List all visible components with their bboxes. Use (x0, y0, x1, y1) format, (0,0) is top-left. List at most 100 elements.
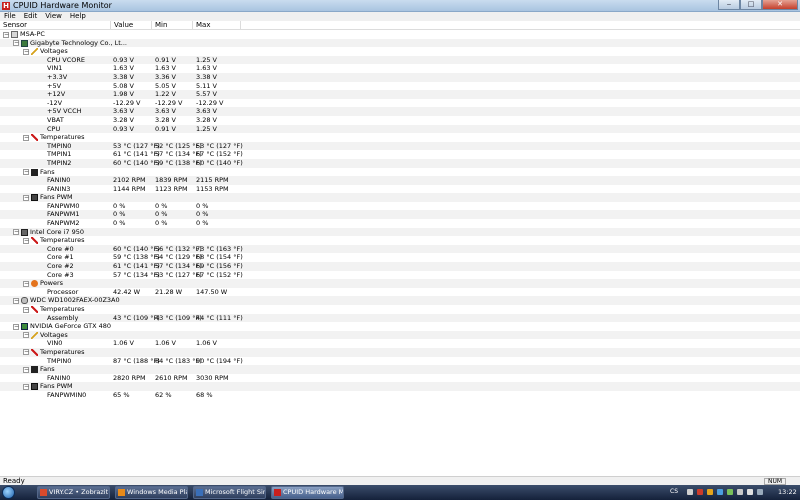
sensor-row[interactable]: FANIN0 2820 RPM 2610 RPM 3030 RPM (0, 374, 800, 383)
tree-node[interactable]: − Voltages (0, 330, 800, 340)
collapse-toggle-icon[interactable]: − (3, 31, 9, 38)
tree-node[interactable]: − Gigabyte Technology Co., Lt... (0, 38, 800, 48)
hwmonitor-app-icon: H (2, 2, 10, 10)
column-max[interactable]: Max (193, 21, 241, 30)
tray-expand-icon[interactable] (687, 489, 693, 495)
tree-node[interactable]: − Fans PWM (0, 382, 800, 391)
tree-node[interactable]: − Temperatures (0, 133, 800, 142)
start-button[interactable] (2, 486, 15, 499)
tree-node[interactable]: − Intel Core i7 950 (0, 227, 800, 237)
sensor-tree[interactable]: − MSA-PC − Gigabyte Technology Co., Lt... − V… (0, 30, 800, 476)
tree-node[interactable]: − MSA-PC (0, 30, 800, 39)
sensor-row[interactable]: VBAT 3.28 V 3.28 V 3.28 V (0, 116, 800, 125)
collapse-toggle-icon[interactable]: − (23, 349, 29, 356)
tray-app-icon[interactable] (697, 489, 703, 495)
tree-node[interactable]: − Fans (0, 168, 800, 177)
sensor-row[interactable]: Core #0 60 °C (140 °F) 56 °C (132 °F) 73 °C… (0, 244, 800, 254)
tree-node[interactable]: − Fans PWM (0, 193, 800, 202)
collapse-toggle-icon[interactable]: − (13, 229, 19, 236)
sensor-row[interactable]: Core #3 57 °C (134 °F) 53 °C (127 °F) 67 °C… (0, 271, 800, 280)
collapse-toggle-icon[interactable]: − (13, 40, 19, 47)
minimize-button[interactable]: ‒ (718, 0, 740, 10)
sensor-row[interactable]: FANPWM1 0 % 0 % 0 % (0, 210, 800, 220)
collapse-toggle-icon[interactable]: − (23, 237, 29, 244)
sensor-value: -12.29 V (113, 98, 141, 107)
sensor-row[interactable]: FANPWM2 0 % 0 % 0 % (0, 219, 800, 228)
title-bar[interactable]: H CPUID Hardware Monitor ‒ □ ✕ (0, 0, 800, 12)
sensor-max: 1.25 V (196, 55, 217, 64)
collapse-toggle-icon[interactable]: − (23, 383, 29, 390)
sensor-row[interactable]: Core #2 61 °C (141 °F) 57 °C (134 °F) 69 °C… (0, 262, 800, 271)
collapse-toggle-icon[interactable]: − (23, 332, 29, 339)
tray-update-icon[interactable] (717, 489, 723, 495)
tree-node[interactable]: − Powers (0, 279, 800, 288)
tray-security-icon[interactable] (727, 489, 733, 495)
collapse-toggle-icon[interactable]: − (23, 280, 29, 287)
close-button[interactable]: ✕ (762, 0, 798, 10)
tree-node[interactable]: − Temperatures (0, 236, 800, 245)
tray-volume-icon[interactable] (737, 489, 743, 495)
taskbar-item[interactable]: Windows Media Player (115, 486, 188, 499)
tray-display-icon[interactable] (757, 489, 763, 495)
cpu-icon (21, 228, 28, 236)
collapse-toggle-icon[interactable]: − (13, 323, 19, 330)
taskbar-item[interactable]: CPUID Hardware Mo... (271, 486, 344, 499)
sensor-row[interactable]: FANIN0 2102 RPM 1839 RPM 2115 RPM (0, 176, 800, 185)
tree-node[interactable]: − Temperatures (0, 347, 800, 357)
menu-edit[interactable]: Edit (20, 12, 42, 21)
language-indicator[interactable]: CS (670, 488, 678, 495)
tree-node[interactable]: − Temperatures (0, 305, 800, 314)
sensor-row[interactable]: Core #1 59 °C (138 °F) 54 °C (129 °F) 68 °C… (0, 253, 800, 262)
sensor-min: 3.36 V (155, 72, 176, 81)
volt-icon (31, 48, 38, 56)
tray-network-icon[interactable] (707, 489, 713, 495)
tree-node[interactable]: − WDC WD1002FAEX-00Z3A0 (0, 296, 800, 305)
collapse-toggle-icon[interactable]: − (23, 48, 29, 55)
taskbar-item[interactable]: VIRY.CZ • Zobrazit té... (37, 486, 110, 499)
sensor-row[interactable]: TMPIN0 53 °C (127 °F) 52 °C (125 °F) 53 °C … (0, 141, 800, 151)
window-controls: ‒ □ ✕ (718, 0, 798, 11)
column-sensor[interactable]: Sensor (0, 21, 111, 30)
menu-file[interactable]: File (0, 12, 20, 21)
clock[interactable]: 13:22 (778, 488, 797, 496)
collapse-toggle-icon[interactable]: − (13, 297, 19, 304)
sensor-row[interactable]: TMPIN2 60 °C (140 °F) 59 °C (138 °F) 60 °C … (0, 158, 800, 168)
sensor-row[interactable]: Assembly 43 °C (109 °F) 43 °C (109 °F) 44 °… (0, 313, 800, 323)
tree-node[interactable]: − NVIDIA GeForce GTX 480 (0, 322, 800, 331)
menu-help[interactable]: Help (66, 12, 90, 21)
sensor-row[interactable]: +3.3V 3.38 V 3.36 V 3.38 V (0, 72, 800, 82)
sensor-row[interactable]: CPU 0.93 V 0.91 V 1.25 V (0, 124, 800, 134)
taskbar-item[interactable]: Microsoft Flight Sim... (193, 486, 266, 499)
column-value[interactable]: Value (111, 21, 152, 30)
sensor-row[interactable]: +12V 1.98 V 1.22 V 5.57 V (0, 90, 800, 99)
sensor-row[interactable]: +5V 5.08 V 5.05 V 5.11 V (0, 82, 800, 91)
sensor-name: Assembly (47, 313, 79, 322)
collapse-toggle-icon[interactable]: − (23, 194, 29, 201)
node-label: Gigabyte Technology Co., Lt... (30, 38, 127, 47)
sensor-row[interactable]: CPU VCORE 0.93 V 0.91 V 1.25 V (0, 55, 800, 65)
maximize-button[interactable]: □ (740, 0, 762, 10)
sensor-row[interactable]: TMPIN0 87 °C (188 °F) 84 °C (183 °F) 90 °C … (0, 357, 800, 366)
taskbar-item-label: VIRY.CZ • Zobrazit té... (49, 488, 109, 496)
sensor-row[interactable]: FANPWM0 0 % 0 % 0 % (0, 202, 800, 211)
tree-node[interactable]: − Voltages (0, 47, 800, 56)
collapse-toggle-icon[interactable]: − (23, 306, 29, 313)
collapse-toggle-icon[interactable]: − (23, 134, 29, 141)
sensor-row[interactable]: TMPIN1 61 °C (141 °F) 57 °C (134 °F) 67 °C … (0, 150, 800, 159)
tray-battery-icon[interactable] (747, 489, 753, 495)
sensor-row[interactable]: -12V -12.29 V -12.29 V -12.29 V (0, 99, 800, 108)
sensor-row[interactable]: Processor 42.42 W 21.28 W 147.50 W (0, 288, 800, 297)
collapse-toggle-icon[interactable]: − (23, 169, 29, 175)
tree-node[interactable]: − Fans (0, 365, 800, 374)
sensor-row[interactable]: VIN0 1.06 V 1.06 V 1.06 V (0, 339, 800, 348)
sensor-row[interactable]: VIN1 1.63 V 1.63 V 1.63 V (0, 64, 800, 73)
sensor-max: 1153 RPM (196, 184, 229, 193)
sensor-row[interactable]: FANIN3 1144 RPM 1123 RPM 1153 RPM (0, 185, 800, 194)
sensor-max: 3.38 V (196, 72, 217, 81)
menu-view[interactable]: View (41, 12, 66, 21)
sensor-row[interactable]: +5V VCCH 3.63 V 3.63 V 3.63 V (0, 107, 800, 116)
collapse-toggle-icon[interactable]: − (23, 366, 29, 373)
sensor-name: +3.3V (47, 72, 68, 81)
sensor-row[interactable]: FANPWMIN0 65 % 62 % 68 % (0, 391, 800, 400)
column-min[interactable]: Min (152, 21, 193, 30)
